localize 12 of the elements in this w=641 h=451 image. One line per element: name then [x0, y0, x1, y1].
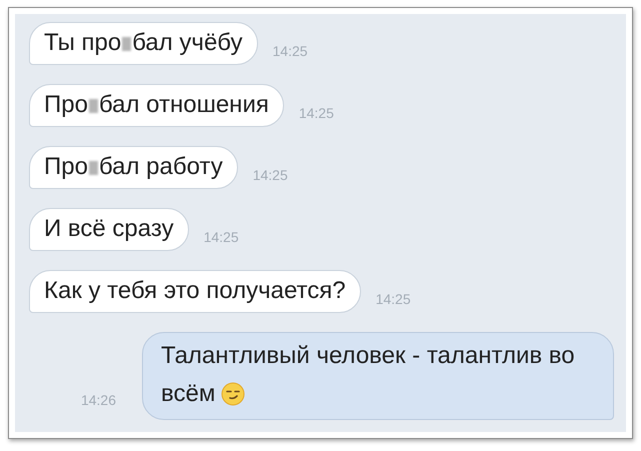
- message-text: Талантливый человек - талантлив во всём: [161, 342, 575, 407]
- message-text: Как у тебя это получается?: [44, 277, 346, 304]
- message-text: И всё сразу: [44, 215, 174, 242]
- message-text: Про бал работу: [44, 153, 223, 180]
- message-time: 14:25: [376, 291, 411, 307]
- message-time: 14:25: [204, 229, 239, 245]
- message-time: 14:25: [298, 105, 334, 121]
- message-text: Про бал отношения: [44, 91, 269, 118]
- message-text: Ты про бал учёбу: [44, 29, 243, 56]
- message-time: 14:26: [80, 392, 116, 408]
- message-time: 14:25: [252, 167, 288, 183]
- message-time: 14:25: [272, 43, 308, 59]
